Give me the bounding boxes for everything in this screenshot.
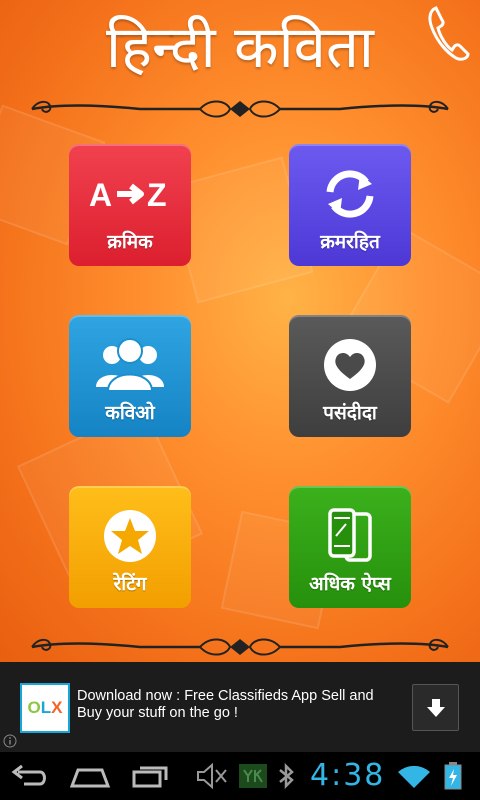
info-icon[interactable] [3,734,17,748]
keyboard-indicator-icon [239,764,267,788]
status-clock: 4:38 [310,758,386,793]
olx-logo: O L X [20,683,70,733]
tile-kavio[interactable]: कविओ [69,315,191,443]
download-arrow-icon [426,698,445,717]
tile-pasandida[interactable]: पसंदीदा [289,315,411,443]
tile-label: पसंदीदा [323,402,377,424]
system-nav-bar: 4:38 [0,752,480,800]
wifi-icon [398,765,430,788]
tile-rating[interactable]: रेटिंग [69,486,191,614]
olx-logo-x: X [51,698,63,717]
phones-icon [289,506,411,566]
tile-kramrahit[interactable]: क्रमरहित [289,144,411,272]
ad-text: Download now : Free Classifieds App Sell… [77,688,374,721]
download-button[interactable] [412,684,459,731]
olx-logo-o: O [27,698,41,717]
ornament-divider-top [31,100,449,118]
tile-label: अधिक ऐप्स [309,573,391,595]
tile-label: क्रमरहित [320,231,380,253]
app-title: हिन्दी कविता [106,13,374,81]
volume-icon [197,762,227,790]
tile-label: रेटिंग [113,573,147,595]
a-letter: A [89,177,112,213]
shuffle-refresh-icon [289,164,411,224]
back-icon[interactable] [10,762,50,790]
ornament-divider-bottom [31,638,449,656]
tile-label: क्रमिक [107,231,153,253]
home-icon[interactable] [68,762,112,790]
phone-icon [428,6,470,61]
recent-apps-icon[interactable] [130,762,170,790]
olx-logo-l: L [40,698,52,717]
tile-kramik[interactable]: A Z क्रमिक [69,144,191,272]
bluetooth-icon [279,762,294,790]
a-to-z-icon: A Z [69,164,191,224]
people-group-icon [69,335,191,395]
heart-icon [289,335,411,395]
tile-more-apps[interactable]: अधिक ऐप्स [289,486,411,614]
z-letter: Z [147,177,167,213]
star-icon [69,506,191,566]
tile-label: कविओ [105,402,155,424]
battery-icon [444,762,462,790]
app-screen: हिन्दी कविता A Z क्रमिक क्रमरहित कविओ पस… [0,0,480,662]
ad-banner[interactable]: O L X Download now : Free Classifieds Ap… [0,662,480,752]
